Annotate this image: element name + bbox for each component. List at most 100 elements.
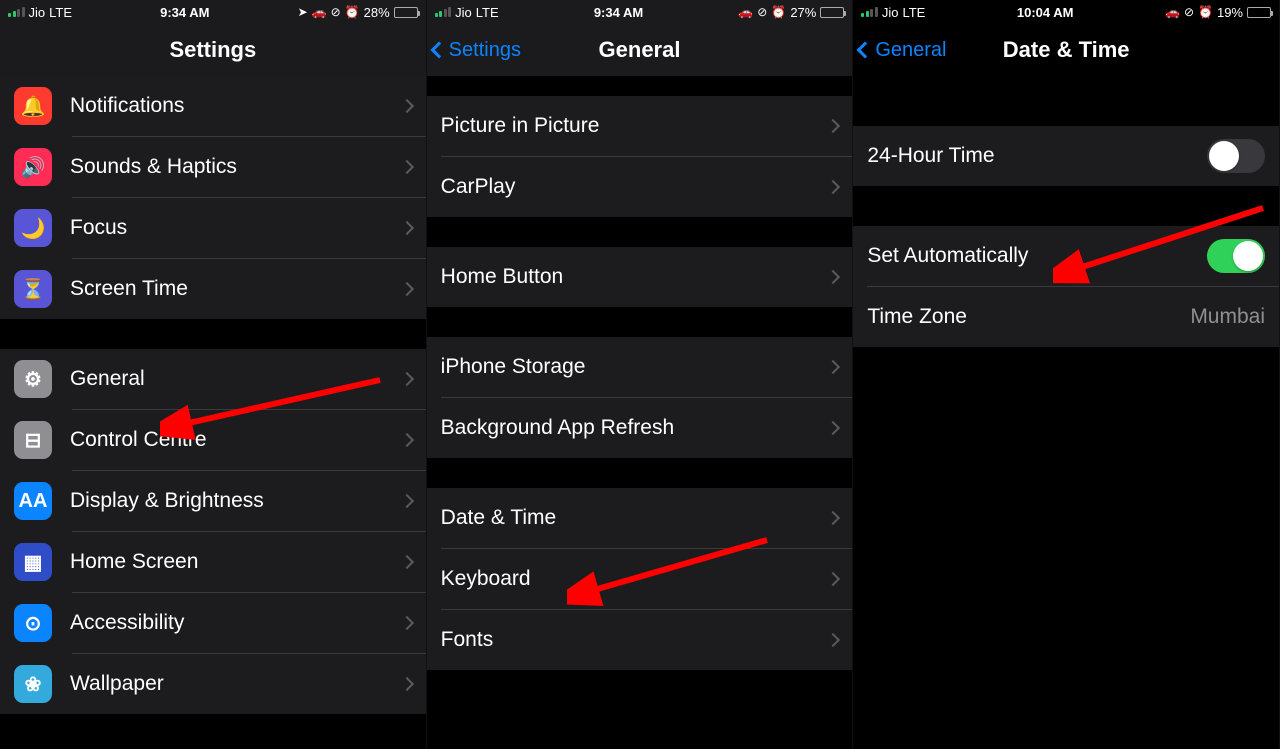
back-button[interactable]: General bbox=[859, 24, 946, 76]
sounds-icon: 🔊 bbox=[14, 148, 52, 186]
row-keyboard[interactable]: Keyboard bbox=[427, 549, 853, 609]
chevron-right-icon bbox=[400, 677, 414, 691]
orientation-lock-icon: ⊘ bbox=[757, 5, 767, 19]
row-home[interactable]: ▦Home Screen bbox=[0, 532, 426, 592]
car-icon: 🚗 bbox=[738, 5, 753, 19]
battery-icon bbox=[1247, 7, 1271, 18]
row-control[interactable]: ⊟Control Centre bbox=[0, 410, 426, 470]
orientation-lock-icon: ⊘ bbox=[331, 5, 341, 19]
chevron-right-icon bbox=[400, 433, 414, 447]
panel-date-time: Jio LTE 10:04 AM 🚗 ⊘ ⏰ 19% General Date … bbox=[853, 0, 1280, 749]
signal-icon bbox=[861, 7, 878, 17]
row-label: Background App Refresh bbox=[441, 416, 819, 440]
row-label: iPhone Storage bbox=[441, 355, 819, 379]
alarm-icon: ⏰ bbox=[1198, 5, 1213, 19]
focus-icon: 🌙 bbox=[14, 209, 52, 247]
chevron-right-icon bbox=[826, 633, 840, 647]
chevron-right-icon bbox=[826, 572, 840, 586]
panel-settings: Jio LTE 9:34 AM ➤ 🚗 ⊘ ⏰ 28% Settings 🔔No… bbox=[0, 0, 427, 749]
carrier-label: Jio bbox=[29, 5, 46, 20]
row-wall[interactable]: ❀ Wallpaper bbox=[0, 654, 426, 714]
status-time: 9:34 AM bbox=[594, 5, 643, 20]
network-label: LTE bbox=[49, 5, 72, 20]
row-screentime[interactable]: ⏳ Screen Time bbox=[0, 259, 426, 319]
row-notifications[interactable]: 🔔Notifications bbox=[0, 76, 426, 136]
status-bar: Jio LTE 10:04 AM 🚗 ⊘ ⏰ 19% bbox=[853, 0, 1279, 24]
chevron-right-icon bbox=[826, 119, 840, 133]
row-datetime[interactable]: Date & Time bbox=[427, 488, 853, 548]
access-icon: ⊙ bbox=[14, 604, 52, 642]
row-label: Focus bbox=[70, 216, 392, 240]
alarm-icon: ⏰ bbox=[345, 5, 360, 19]
chevron-right-icon bbox=[826, 270, 840, 284]
row-label: Accessibility bbox=[70, 611, 392, 635]
chevron-right-icon bbox=[400, 99, 414, 113]
chevron-right-icon bbox=[826, 360, 840, 374]
wall-icon: ❀ bbox=[14, 665, 52, 703]
back-button[interactable]: Settings bbox=[433, 24, 521, 76]
chevron-right-icon bbox=[400, 160, 414, 174]
toggle-set-automatically[interactable] bbox=[1207, 239, 1265, 273]
row-label: Wallpaper bbox=[70, 672, 392, 696]
row-bgrefresh[interactable]: Background App Refresh bbox=[427, 398, 853, 458]
row-label: Time Zone bbox=[867, 305, 1190, 329]
status-time: 10:04 AM bbox=[1017, 5, 1074, 20]
chevron-left-icon bbox=[857, 42, 874, 59]
chevron-right-icon bbox=[400, 616, 414, 630]
network-label: LTE bbox=[476, 5, 499, 20]
row-general[interactable]: ⚙ General bbox=[0, 349, 426, 409]
row-label: Control Centre bbox=[70, 428, 392, 452]
row-time-zone[interactable]: Time Zone Mumbai bbox=[853, 287, 1279, 347]
row-label: Keyboard bbox=[441, 567, 819, 591]
home-icon: ▦ bbox=[14, 543, 52, 581]
row-label: Set Automatically bbox=[867, 244, 1207, 268]
battery-pct: 28% bbox=[364, 5, 390, 20]
page-title: Date & Time bbox=[1003, 37, 1130, 63]
notifications-icon: 🔔 bbox=[14, 87, 52, 125]
row-pip[interactable]: Picture in Picture bbox=[427, 96, 853, 156]
battery-icon bbox=[394, 7, 418, 18]
chevron-right-icon bbox=[400, 555, 414, 569]
status-bar: Jio LTE 9:34 AM ➤ 🚗 ⊘ ⏰ 28% bbox=[0, 0, 426, 24]
alarm-icon: ⏰ bbox=[771, 5, 786, 19]
page-title: Settings bbox=[169, 37, 256, 63]
screentime-icon: ⏳ bbox=[14, 270, 52, 308]
row-label: Screen Time bbox=[70, 277, 392, 301]
row-focus[interactable]: 🌙 Focus bbox=[0, 198, 426, 258]
navbar: Settings General bbox=[427, 24, 853, 76]
carrier-label: Jio bbox=[882, 5, 899, 20]
chevron-right-icon bbox=[400, 372, 414, 386]
general-icon: ⚙ bbox=[14, 360, 52, 398]
toggle-24-hour[interactable] bbox=[1207, 139, 1265, 173]
car-icon: 🚗 bbox=[1165, 5, 1180, 19]
chevron-right-icon bbox=[826, 421, 840, 435]
row-label: 24-Hour Time bbox=[867, 144, 1207, 168]
row-sounds[interactable]: 🔊 Sounds & Haptics bbox=[0, 137, 426, 197]
row-value: Mumbai bbox=[1190, 305, 1265, 329]
row-access[interactable]: ⊙ Accessibility bbox=[0, 593, 426, 653]
chevron-right-icon bbox=[400, 221, 414, 235]
row-set-automatically[interactable]: Set Automatically bbox=[853, 226, 1279, 286]
status-time: 9:34 AM bbox=[160, 5, 209, 20]
chevron-right-icon bbox=[400, 494, 414, 508]
row-24-hour-time[interactable]: 24-Hour Time bbox=[853, 126, 1279, 186]
back-label: Settings bbox=[449, 39, 521, 62]
chevron-right-icon bbox=[400, 282, 414, 296]
signal-icon bbox=[8, 7, 25, 17]
chevron-left-icon bbox=[430, 42, 447, 59]
signal-icon bbox=[435, 7, 452, 17]
navbar: Settings bbox=[0, 24, 426, 76]
row-homebutton[interactable]: Home Button bbox=[427, 247, 853, 307]
row-fonts[interactable]: Fonts bbox=[427, 610, 853, 670]
battery-icon bbox=[820, 7, 844, 18]
row-storage[interactable]: iPhone Storage bbox=[427, 337, 853, 397]
row-carplay[interactable]: CarPlay bbox=[427, 157, 853, 217]
row-label: General bbox=[70, 367, 392, 391]
status-bar: Jio LTE 9:34 AM 🚗 ⊘ ⏰ 27% bbox=[427, 0, 853, 24]
back-label: General bbox=[875, 39, 946, 62]
orientation-lock-icon: ⊘ bbox=[1184, 5, 1194, 19]
row-display[interactable]: AADisplay & Brightness bbox=[0, 471, 426, 531]
row-label: Sounds & Haptics bbox=[70, 155, 392, 179]
battery-pct: 27% bbox=[790, 5, 816, 20]
row-label: Picture in Picture bbox=[441, 114, 819, 138]
